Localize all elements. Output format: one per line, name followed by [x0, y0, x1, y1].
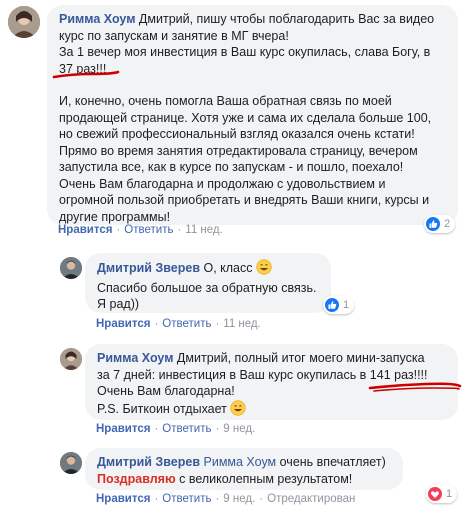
comment-text-line: Я рад))	[97, 297, 140, 311]
comment-text-line: курс по запускам и занятие в МГ вчера!	[59, 28, 289, 43]
comment-text-line: Очень Вам благодарна и продолжаю с удово…	[59, 176, 386, 191]
timestamp[interactable]: 11 нед.	[223, 318, 261, 330]
comment-text-line: запустила все, как в курсе по запускам -…	[59, 160, 404, 174]
comment-2-bubble: Дмитрий Зверев О, класс Спасибо большое …	[85, 253, 331, 313]
comment-4-actions: Нравится · Ответить · 9 нед. · Отредактирован	[96, 493, 356, 505]
comment-author[interactable]: Дмитрий Зверев	[97, 261, 200, 275]
avatar-dmitry-image	[60, 452, 82, 474]
love-reaction-icon	[428, 487, 442, 501]
comment-text-line: продающей странице. Хотя уже и сама их с…	[59, 110, 432, 125]
comment-text-line: Дмитрий, полный итог моего мини-запуска	[173, 351, 425, 365]
timestamp[interactable]: 9 нед.	[223, 493, 255, 505]
avatar-rimma[interactable]	[60, 348, 82, 370]
like-button[interactable]: Нравится	[96, 318, 150, 330]
reply-button[interactable]: Ответить	[162, 318, 211, 330]
comment-text-line: за 7 дней: инвестиция в Ваш курс окупила…	[97, 367, 428, 382]
comment-4-bubble: Дмитрий Зверев Римма Хоум очень впечатля…	[85, 448, 403, 490]
comment-1-bubble: Римма Хоум Дмитрий, пишу чтобы поблагода…	[47, 5, 458, 225]
like-reaction-icon	[325, 298, 339, 312]
avatar-rimma-image	[60, 348, 82, 370]
timestamp[interactable]: 11 нед.	[185, 224, 223, 236]
comment-author[interactable]: Римма Хоум	[59, 12, 135, 26]
comment-text-line: Очень Вам благодарна!	[97, 384, 235, 398]
avatar-rimma-image	[8, 6, 40, 38]
mention-link[interactable]: Римма Хоум	[204, 455, 277, 469]
reaction-count: 1	[343, 299, 350, 311]
comment-3-actions: Нравится · Ответить · 9 нед.	[96, 423, 256, 435]
comment-text-line: За 1 вечер моя инвестиция в Ваш курс оку…	[59, 45, 431, 59]
reply-button[interactable]: Ответить	[124, 224, 173, 236]
reply-button[interactable]: Ответить	[162, 423, 211, 435]
reaction-count: 1	[446, 488, 453, 500]
avatar-dmitry-image	[60, 257, 82, 279]
avatar-dmitry[interactable]	[60, 257, 82, 279]
reaction-badge[interactable]: 1	[426, 485, 458, 503]
avatar-rimma[interactable]	[8, 6, 40, 38]
comment-text-line: с великолепным результатом!	[175, 471, 353, 486]
comment-author[interactable]: Римма Хоум	[97, 351, 173, 365]
comment-text-line: P.S. Биткоин отдыхает	[97, 401, 227, 416]
comment-text-line: 37 раз!!!	[59, 61, 107, 76]
comment-text-line: О, класс	[200, 261, 253, 275]
comment-text-line: И, конечно, очень помогла Ваша обратная …	[59, 94, 392, 108]
like-button[interactable]: Нравится	[58, 224, 112, 236]
comment-1-actions: Нравится · Ответить · 11 нед.	[58, 224, 223, 236]
edited-label[interactable]: Отредактирован	[267, 493, 355, 505]
like-button[interactable]: Нравится	[96, 423, 150, 435]
highlighted-word[interactable]: Поздравляю	[97, 472, 176, 486]
comment-author[interactable]: Дмитрий Зверев	[97, 455, 200, 469]
reaction-count: 2	[444, 218, 451, 230]
smile-emoji-icon	[256, 259, 272, 280]
reaction-badge[interactable]: 2	[424, 215, 456, 233]
timestamp[interactable]: 9 нед.	[223, 423, 255, 435]
reaction-badge[interactable]: 1	[323, 296, 355, 314]
avatar-dmitry[interactable]	[60, 452, 82, 474]
comment-3-bubble: Римма Хоум Дмитрий, полный итог моего ми…	[85, 344, 458, 420]
comment-text-line: очень впечатляет)	[276, 455, 386, 469]
comment-text-line: огромной пользой приобретать и внедрять …	[59, 193, 430, 207]
comment-text-line: Спасибо большое за обратную связь.	[97, 280, 317, 295]
comment-text-line: Дмитрий, пишу чтобы поблагодарить Вас за…	[135, 12, 435, 26]
comment-text-line: но свежий профессиональный взгляд оказал…	[59, 127, 415, 141]
like-button[interactable]: Нравится	[96, 493, 150, 505]
reply-button[interactable]: Ответить	[162, 493, 211, 505]
smile-emoji-icon	[230, 399, 246, 421]
comment-text-line: Прямо во время занятия отредактировала с…	[59, 143, 418, 158]
like-reaction-icon	[426, 217, 440, 231]
comment-2-actions: Нравится · Ответить · 11 нед.	[96, 318, 261, 330]
comment-text-line: другие программы!	[59, 209, 171, 224]
